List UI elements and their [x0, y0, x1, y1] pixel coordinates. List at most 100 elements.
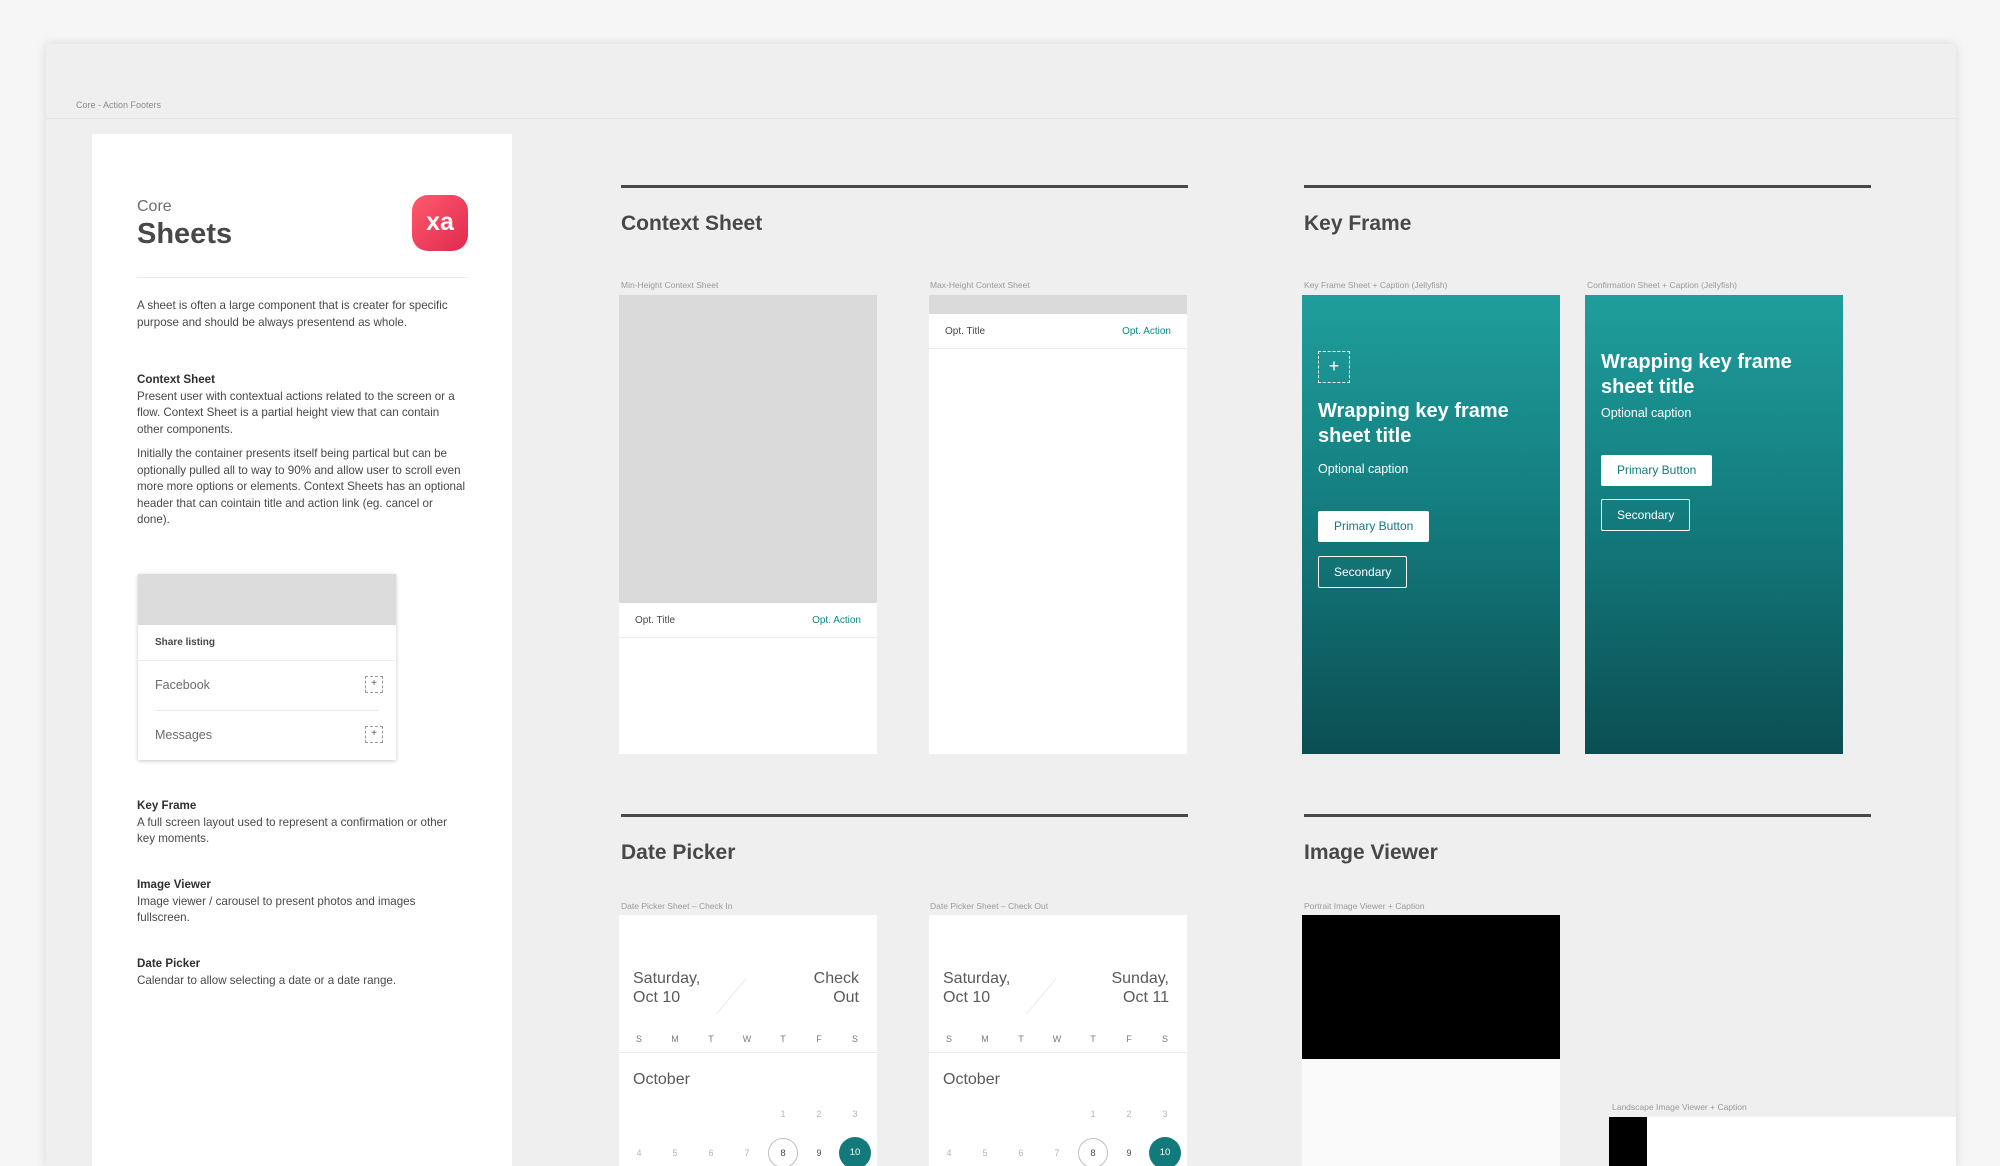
end-day: Sunday,	[1111, 970, 1169, 987]
calendar-day-selected[interactable]: 10	[839, 1137, 871, 1166]
calendar-day-available[interactable]: 8	[1078, 1138, 1108, 1166]
weekday: F	[1126, 1034, 1132, 1044]
calendar-day-selected[interactable]: 10	[1149, 1137, 1181, 1166]
key-frame-sheet-title: Wrapping key frame sheet title	[1318, 400, 1509, 447]
check-out-end-date[interactable]: Sunday, Oct 11	[1111, 969, 1169, 1007]
calendar-day[interactable]: 2	[805, 1109, 833, 1119]
weekday: S	[635, 1034, 642, 1044]
weekday: M	[981, 1034, 989, 1044]
calendar-day[interactable]: 3	[841, 1109, 869, 1119]
context-sheet-text-2: Initially the container presents itself …	[137, 447, 466, 526]
date-separator	[716, 978, 747, 1014]
month-label: October	[633, 1071, 690, 1088]
weekday-divider	[929, 1052, 1187, 1053]
confirmation-sheet: Wrapping key frame sheet title Optional …	[1585, 295, 1843, 754]
example-row-messages[interactable]: Messages	[155, 728, 212, 742]
image-viewer-text: Image viewer / carousel to present photo…	[137, 894, 416, 925]
portrait-image[interactable]	[1302, 915, 1560, 1059]
calendar-day[interactable]: 9	[1115, 1148, 1143, 1158]
sheet-opt-title: Opt. Title	[635, 615, 676, 626]
landscape-viewer-frame	[1647, 1117, 1956, 1166]
share-listing-example: Share listing Facebook + Messages +	[138, 574, 396, 760]
date-picker-check-out: Saturday, Oct 10 Sunday, Oct 11 S M T W …	[929, 915, 1187, 1166]
add-icon[interactable]: +	[1318, 351, 1350, 383]
sheet-opt-action[interactable]: Opt. Action	[812, 615, 861, 626]
calendar-day[interactable]: 6	[697, 1148, 725, 1158]
start-date: Oct 10	[943, 989, 991, 1006]
context-sheet-heading: Context Sheet	[137, 373, 215, 386]
key-frame-description: Key Frame A full screen layout used to r…	[137, 798, 467, 848]
sheet-opt-action[interactable]: Opt. Action	[1122, 326, 1171, 337]
primary-button[interactable]: Primary Button	[1601, 455, 1713, 486]
facebook-placeholder-icon: +	[365, 676, 383, 693]
calendar-day[interactable]: 4	[625, 1148, 653, 1158]
example-placeholder	[138, 574, 396, 625]
calendar-day[interactable]: 9	[805, 1148, 833, 1158]
calendar-day[interactable]: 7	[733, 1148, 761, 1158]
weekday: M	[671, 1034, 679, 1044]
key-frame-heading: Key Frame	[137, 799, 197, 812]
end-date: Oct 11	[1123, 989, 1169, 1006]
sheet-header: Opt. Title Opt. Action	[619, 603, 877, 638]
example-row-facebook[interactable]: Facebook	[155, 678, 210, 692]
image-viewer-heading: Image Viewer	[137, 878, 211, 891]
portrait-caption-area	[1302, 1059, 1560, 1166]
calendar-day[interactable]: 7	[1043, 1148, 1071, 1158]
panel-divider	[137, 277, 468, 278]
landscape-label: Landscape Image Viewer + Caption	[1612, 1102, 1747, 1112]
calendar-day[interactable]: 2	[1115, 1109, 1143, 1119]
key-frame-label-2: Confirmation Sheet + Caption (Jellyfish)	[1587, 280, 1737, 290]
messages-placeholder-icon: +	[365, 726, 383, 743]
weekday: T	[780, 1034, 786, 1044]
secondary-button[interactable]: Secondary	[1318, 556, 1408, 588]
weekday: W	[1052, 1034, 1062, 1044]
example-divider	[138, 660, 396, 661]
check-out-placeholder[interactable]: Check Out	[814, 969, 859, 1007]
check-in-start-date[interactable]: Saturday, Oct 10	[633, 969, 700, 1007]
check-out-label: Date Picker Sheet – Check Out	[930, 901, 1049, 911]
weekday: S	[851, 1034, 858, 1044]
context-sheet-title: Context Sheet	[621, 212, 763, 235]
panel-title: Sheets	[137, 218, 233, 250]
primary-button[interactable]: Primary Button	[1318, 511, 1430, 542]
date-picker-rule	[621, 814, 1188, 817]
panel-kicker: Core	[137, 198, 172, 215]
min-height-context-sheet[interactable]: Opt. Title Opt. Action	[619, 295, 877, 754]
start-date: Oct 10	[633, 989, 681, 1006]
date-picker-title: Date Picker	[621, 841, 736, 864]
calendar-day[interactable]: 4	[935, 1148, 963, 1158]
confirmation-sheet-title: Wrapping key frame sheet title	[1601, 351, 1792, 398]
example-header: Share listing	[155, 637, 216, 648]
key-frame-caption: Optional caption	[1318, 462, 1409, 476]
weekday: W	[742, 1034, 752, 1044]
landscape-image[interactable]	[1609, 1117, 1647, 1166]
background-scrim	[619, 295, 877, 603]
weekday: T	[1018, 1034, 1024, 1044]
secondary-button[interactable]: Secondary	[1601, 499, 1691, 531]
start-day: Saturday,	[633, 970, 701, 987]
image-viewer-title: Image Viewer	[1304, 841, 1438, 864]
confirmation-caption: Optional caption	[1601, 406, 1692, 420]
key-frame-title: Key Frame	[1304, 212, 1412, 235]
calendar-day-available[interactable]: 8	[768, 1138, 798, 1166]
info-panel: Core Sheets xa A sheet is often a large …	[92, 134, 512, 1166]
calendar-day[interactable]: 6	[1007, 1148, 1035, 1158]
check-out-start-date[interactable]: Saturday, Oct 10	[943, 969, 1010, 1007]
weekday-divider	[619, 1052, 877, 1053]
calendar-day[interactable]: 1	[769, 1109, 797, 1119]
weekday: S	[1161, 1034, 1168, 1044]
end-line-2: Out	[833, 989, 859, 1006]
calendar-day[interactable]: 3	[1151, 1109, 1179, 1119]
context-sheet-rule	[621, 185, 1188, 188]
date-picker-check-in: Saturday, Oct 10 Check Out S M T W T F S…	[619, 915, 877, 1166]
calendar-day[interactable]: 1	[1079, 1109, 1107, 1119]
artboard-canvas: Core - Action Footers Core Sheets xa A s…	[46, 44, 1956, 1166]
min-height-label: Min-Height Context Sheet	[621, 280, 719, 290]
calendar-day[interactable]: 5	[661, 1148, 689, 1158]
sheet-header: Opt. Title Opt. Action	[929, 314, 1187, 349]
context-sheet-description: Context Sheet Present user with contextu…	[137, 372, 467, 438]
breadcrumb: Core - Action Footers	[76, 100, 162, 110]
max-height-label: Max-Height Context Sheet	[930, 280, 1030, 290]
max-height-context-sheet[interactable]: Opt. Title Opt. Action	[929, 295, 1187, 754]
calendar-day[interactable]: 5	[971, 1148, 999, 1158]
